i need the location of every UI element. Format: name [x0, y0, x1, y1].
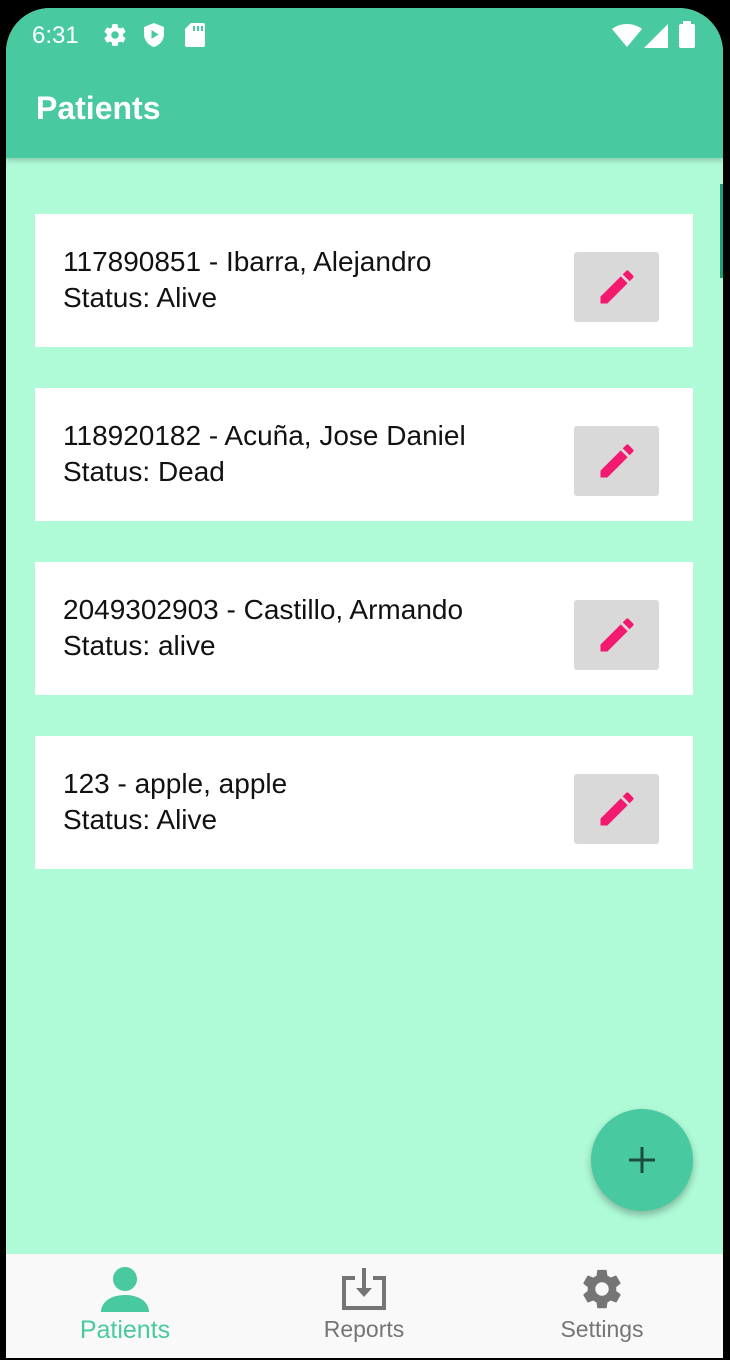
pencil-icon: [600, 444, 634, 478]
app-screen: 6:31 Patients 117890851 - Ibarra, Alejan…: [6, 8, 723, 1358]
patient-id-name: 117890851 - Ibarra, Alejandro: [63, 246, 432, 277]
patient-status: Status: Alive: [63, 804, 218, 835]
wifi-icon: [612, 24, 642, 55]
nav-label-reports: Reports: [323, 1316, 405, 1342]
sd-card-icon: [184, 22, 206, 55]
nav-item-reports[interactable]: Reports: [264, 1254, 464, 1358]
nav-item-patients[interactable]: Patients: [25, 1254, 225, 1358]
patient-id-name: 118920182 - Acuña, Jose Daniel: [63, 420, 466, 451]
list-item[interactable]: 118920182 - Acuña, Jose Daniel Status: D…: [35, 388, 693, 521]
shield-play-icon: [142, 22, 166, 55]
person-icon: [101, 1267, 149, 1312]
list-item[interactable]: 2049302903 - Castillo, Armando Status: a…: [35, 562, 693, 695]
patient-id-name: 2049302903 - Castillo, Armando: [63, 594, 464, 625]
plus-icon: [629, 1147, 655, 1173]
list-item[interactable]: 117890851 - Ibarra, Alejandro Status: Al…: [35, 214, 693, 347]
pencil-icon: [600, 618, 634, 652]
pencil-icon: [600, 270, 634, 304]
patient-status: Status: Alive: [63, 282, 218, 313]
gear-icon: [583, 1269, 621, 1309]
edit-patient-button[interactable]: [574, 774, 659, 844]
patient-status: Status: alive: [63, 630, 216, 661]
edit-patient-button[interactable]: [574, 426, 659, 496]
signal-icon: [644, 24, 668, 55]
edit-patient-button[interactable]: [574, 600, 659, 670]
patient-id-name: 123 - apple, apple: [63, 768, 288, 799]
battery-icon: [679, 21, 695, 55]
list-item[interactable]: 123 - apple, apple Status: Alive: [35, 736, 693, 869]
status-bar: 6:31: [6, 8, 723, 68]
nav-item-settings[interactable]: Settings: [502, 1254, 702, 1358]
settings-icon: [102, 22, 128, 55]
edit-patient-button[interactable]: [574, 252, 659, 322]
nav-label-patients: Patients: [79, 1316, 171, 1344]
download-tray-icon: [342, 1268, 386, 1310]
add-patient-button[interactable]: [591, 1109, 693, 1211]
patient-status: Status: Dead: [63, 456, 225, 487]
scrollbar[interactable]: [720, 184, 723, 278]
page-title: Patients: [36, 90, 161, 126]
patient-list: 117890851 - Ibarra, Alejandro Status: Al…: [35, 214, 693, 910]
bottom-navigation: Patients Reports Settings: [6, 1254, 723, 1358]
pencil-icon: [600, 792, 634, 826]
app-bar: 6:31 Patients: [6, 8, 723, 158]
nav-label-settings: Settings: [560, 1316, 644, 1342]
status-time: 6:31: [32, 22, 79, 49]
